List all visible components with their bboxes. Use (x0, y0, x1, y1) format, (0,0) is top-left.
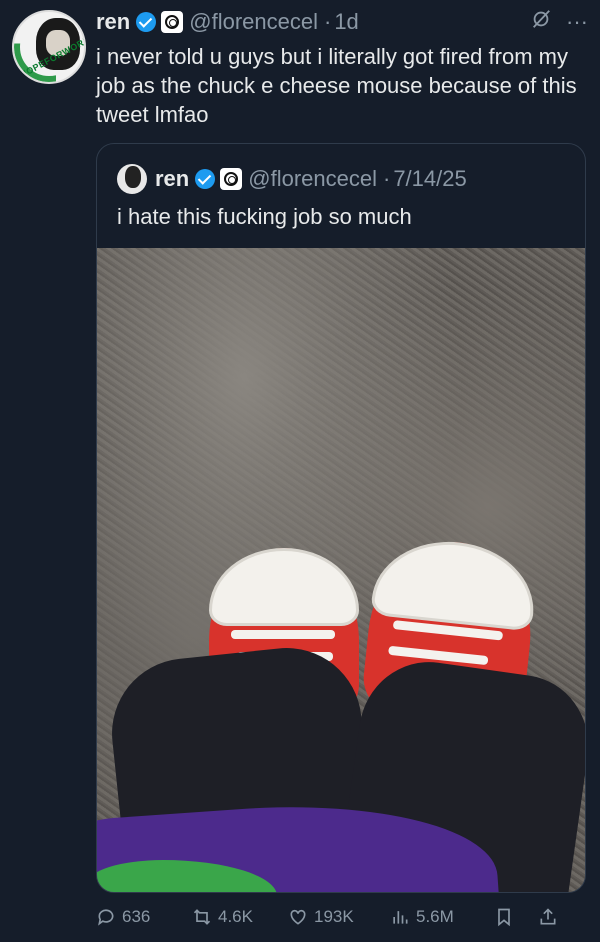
quoted-author-name: ren (155, 166, 190, 191)
quoted-tweet-date: 7/14/25 (393, 166, 467, 191)
like-button[interactable]: 193K (288, 907, 390, 927)
bookmark-button[interactable] (494, 907, 538, 927)
like-count: 193K (314, 907, 354, 926)
share-button[interactable] (538, 907, 558, 927)
quoted-affiliation-badge-icon (220, 168, 243, 190)
author-handle[interactable]: @florencecel (189, 9, 318, 35)
share-icon (540, 908, 556, 925)
author-avatar[interactable]: HOPEFORWORK (12, 10, 86, 84)
heart-icon (290, 909, 306, 925)
retweet-button[interactable]: 4.6K (192, 907, 288, 927)
left-shoe-lace (231, 630, 335, 639)
retweet-icon (193, 909, 211, 925)
quoted-tweet[interactable]: ren @florencecel · 7/14/25 i hate this f… (96, 143, 586, 893)
right-shoe-toe (370, 534, 540, 632)
quoted-tweet-header: ren @florencecel · 7/14/25 (117, 164, 467, 194)
more-options-icon[interactable]: ··· (566, 9, 588, 35)
bookmark-icon (498, 908, 510, 927)
view-count: 5.6M (416, 907, 454, 926)
views-button[interactable]: 5.6M (390, 907, 494, 927)
affiliation-badge-icon[interactable] (161, 11, 184, 33)
grok-icon[interactable] (530, 8, 552, 37)
tweet-time[interactable]: 1d (334, 9, 358, 35)
tweet-header: ren @florencecel · 1d ··· (96, 6, 588, 38)
quoted-author-handle: @florencecel (248, 166, 377, 191)
verified-badge-icon (136, 12, 157, 32)
quoted-tweet-text: i hate this fucking job so much (117, 204, 412, 229)
quoted-author-avatar (117, 164, 147, 194)
left-shoe-toe (209, 548, 359, 627)
reply-icon (98, 909, 114, 926)
reply-count: 636 (122, 907, 151, 926)
quoted-separator: · (382, 166, 391, 191)
reply-button[interactable]: 636 (96, 907, 192, 927)
tweet-text: i never told u guys but i literally got … (96, 44, 577, 127)
retweet-count: 4.6K (218, 907, 253, 926)
author-name[interactable]: ren (96, 9, 130, 35)
tweet-actions-bar: 636 4.6K 193K 5.6M (96, 900, 592, 934)
quoted-verified-badge-icon (195, 169, 216, 189)
quoted-tweet-photo[interactable] (97, 248, 585, 892)
header-actions: ··· (530, 8, 588, 37)
header-separator: · (323, 9, 332, 34)
views-icon (393, 911, 408, 924)
